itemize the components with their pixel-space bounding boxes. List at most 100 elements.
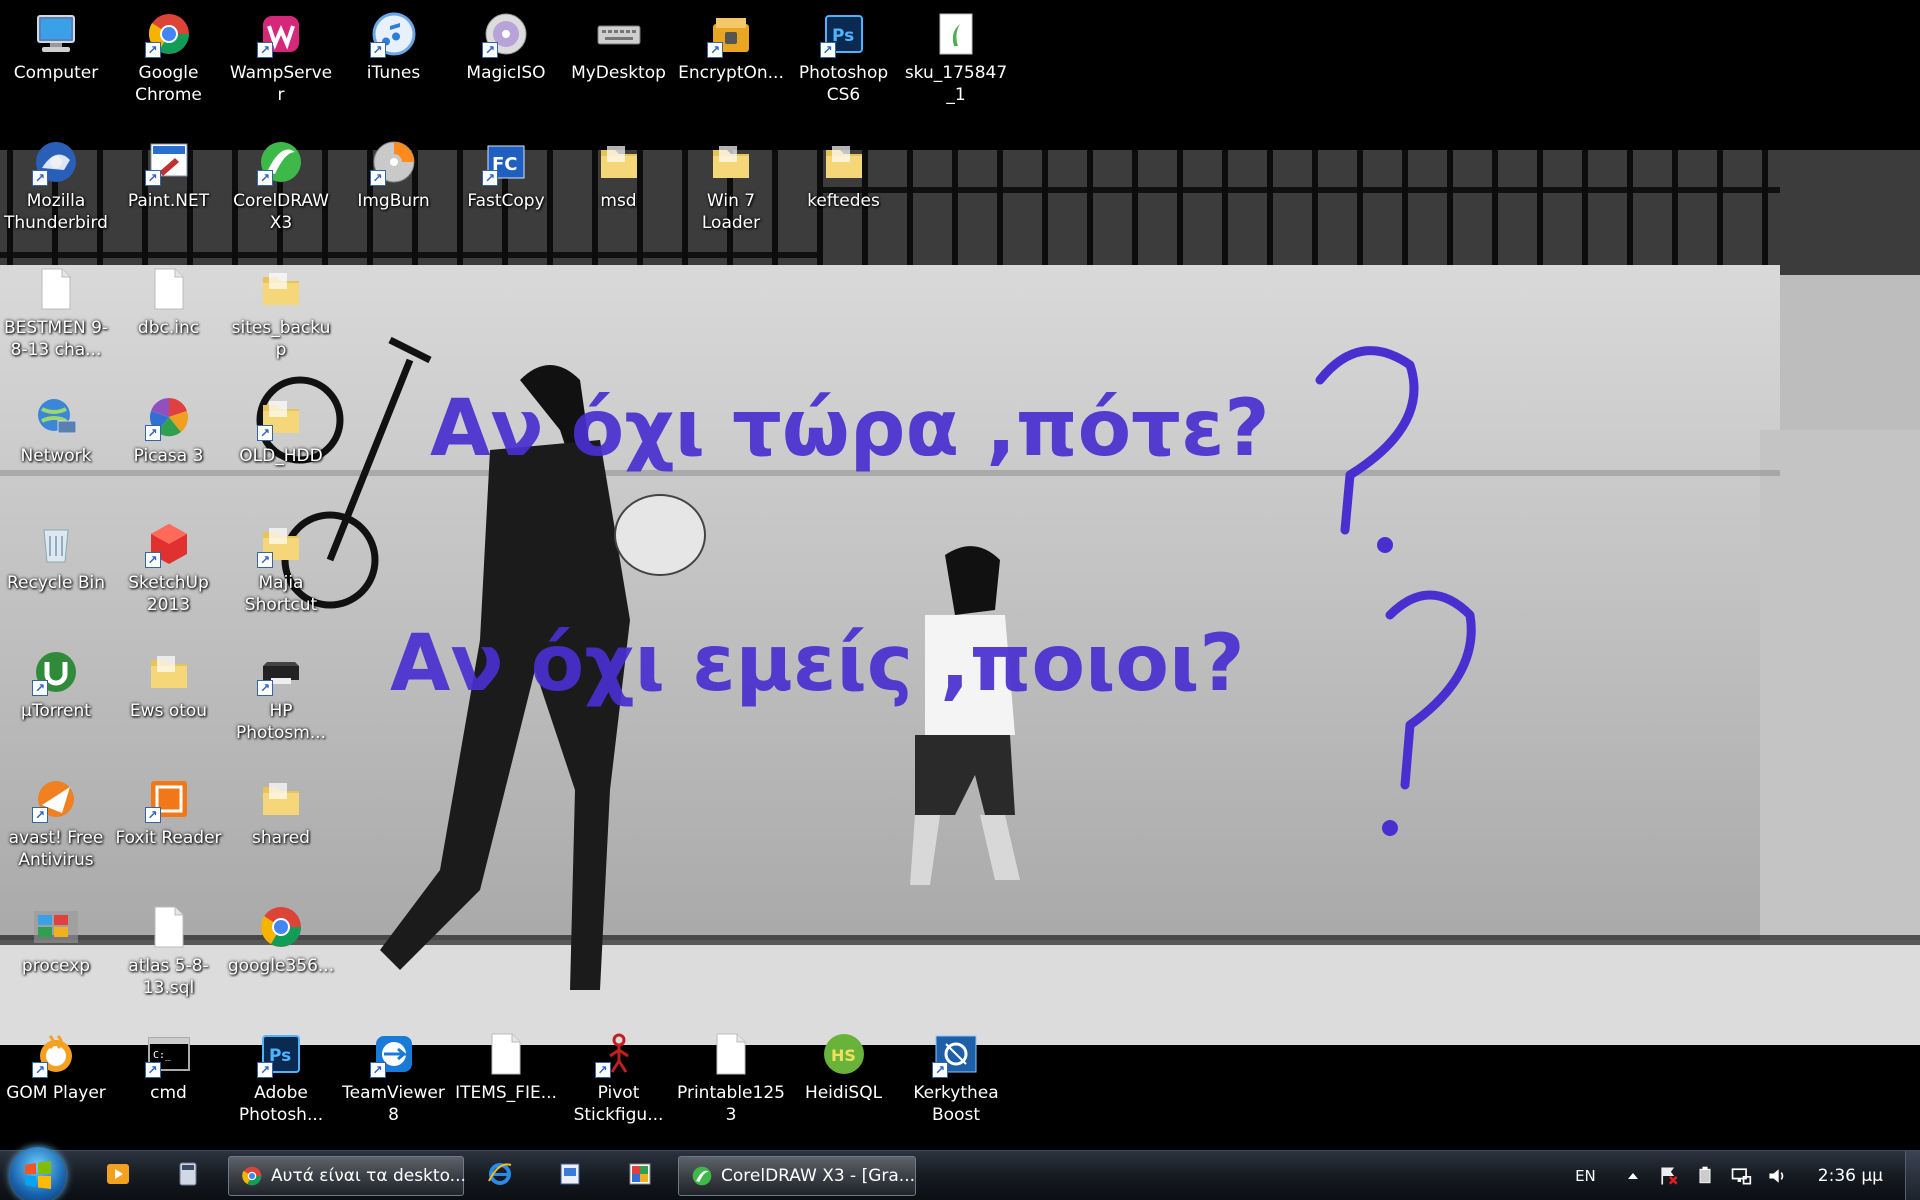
desktop-icon-sites-backup[interactable]: sites_backup [225,257,337,377]
desktop-icon-google356[interactable]: google356... [225,895,337,1015]
system-tray: EN 2:36 μμ [1575,1151,1920,1200]
desktop-icon-label: Mozilla Thunderbird [4,190,108,233]
desktop-icon-label: shared [252,828,310,848]
desktop-icon-google-chrome[interactable]: ↗ Google Chrome [113,2,225,122]
clock[interactable]: 2:36 μμ [1818,1166,1883,1186]
taskbar-pinned-network-scanner[interactable] [552,1159,588,1193]
desktop-icon-fastcopy[interactable]: FC ↗ FastCopy [450,130,562,250]
shortcut-arrow-icon: ↗ [819,42,836,58]
start-button[interactable] [10,1147,66,1200]
desktop-icon-picasa-3[interactable]: ↗ Picasa 3 [113,385,225,505]
avast-icon: ↗ [32,775,80,823]
desktop-icon-label: SketchUp 2013 [128,573,209,615]
desktop-icon-wampserver[interactable]: ↗ WampServer [225,2,337,122]
utorrent-icon: ↗ [32,648,80,696]
desktop-icon-paint-net[interactable]: ↗ Paint.NET [113,130,225,250]
chrome-icon [241,1165,263,1187]
network-connection-icon[interactable] [1728,1163,1754,1189]
desktop-icon-ews-otou[interactable]: Ews otou [113,640,225,760]
desktop-icon-label: ITEMS_FIE... [455,1083,557,1103]
keyboard-icon [595,10,643,58]
shortcut-arrow-icon: ↗ [257,169,273,186]
desktop-icon-label: Kerkythea Boost [913,1083,999,1125]
desktop-icon-keftedes[interactable]: keftedes [788,130,900,250]
quick-launch-media-player[interactable] [100,1159,136,1193]
desktop-icon-sketchup-2013[interactable]: ↗ SketchUp 2013 [113,512,225,632]
document-file-icon [482,1030,530,1078]
desktop-icon-avast-free-antivirus[interactable]: ↗ avast! Free Antivirus [0,767,112,887]
desktop-icon-mozilla-thunderbird[interactable]: ↗ Mozilla Thunderbird [0,130,112,250]
desktop-icon-cmd[interactable]: C:_ ↗ cmd [113,1022,225,1142]
desktop-icon-items-fie[interactable]: ITEMS_FIE... [450,1022,562,1142]
desktop-icon-gom-player[interactable]: ↗ GOM Player [0,1022,112,1142]
desktop-icon-grid: Computer ↗ Google Chrome ↗ WampServer ↗ iTunes… [0,0,1920,1150]
desktop-icon-mydesktop[interactable]: MyDesktop [563,2,675,122]
desktop-icon-imgburn[interactable]: ↗ ImgBurn [338,130,450,250]
desktop-icon-old-hdd[interactable]: ↗ OLD_HDD [225,385,337,505]
desktop-icon-procexp[interactable]: procexp [0,895,112,1015]
desktop-icon-label: TeamViewer 8 [342,1083,445,1125]
desktop-icon-msd[interactable]: msd [563,130,675,250]
desktop-icon-printable1253[interactable]: Printable1253 [675,1022,787,1142]
shortcut-arrow-icon: ↗ [257,1062,273,1078]
desktop-icon-majia-shortcut[interactable]: ↗ Majia Shortcut [225,512,337,632]
shortcut-arrow-icon: ↗ [257,679,273,696]
thunderbird-icon: ↗ [32,138,80,186]
taskbar-pinned-internet-explorer[interactable] [482,1159,518,1193]
desktop-icon-label: atlas 5-8-13.sql [128,955,209,998]
desktop-icon-win-7-loader[interactable]: Win 7 Loader [675,130,787,250]
folder-icon: ↗ [257,520,305,568]
desktop-icon-hp-photosm[interactable]: ↗ HP Photosm... [225,640,337,760]
desktop-icon-coreldraw-x3[interactable]: ↗ CorelDRAW X3 [225,130,337,250]
folder-icon [595,138,643,186]
hp-photosmart-icon: ↗ [257,648,305,696]
network-error-flag-icon[interactable] [1656,1163,1682,1189]
desktop-icon-heidisql[interactable]: HS HeidiSQL [788,1022,900,1142]
heidisql-icon: HS [820,1030,868,1078]
show-desktop-button[interactable] [1905,1151,1920,1200]
desktop-icon-encrypton[interactable]: ↗ EncryptOn... [675,2,787,122]
shortcut-arrow-icon: ↗ [32,169,48,186]
language-indicator[interactable]: EN [1575,1167,1596,1185]
shortcut-arrow-icon: ↗ [369,42,386,58]
desktop-icon-adobe-photosh[interactable]: Ps ↗ Adobe Photosh... [225,1022,337,1142]
desktop-icon-sku-175847-1[interactable]: sku_175847_1 [900,2,1012,122]
desktop-icon-foxit-reader[interactable]: ↗ Foxit Reader [113,767,225,887]
desktop-icon-label: cmd [150,1083,187,1103]
desktop-icon-magiciso[interactable]: ↗ MagicISO [450,2,562,122]
taskbar-pinned-paint[interactable] [622,1159,658,1193]
show-hidden-icons-chevron[interactable] [1620,1163,1646,1189]
wampserver-icon: ↗ [257,10,305,58]
network-scanner-icon [557,1161,583,1191]
desktop-icon-atlas-5-8-13-sql[interactable]: atlas 5-8-13.sql [113,895,225,1015]
taskbar-window-chrome[interactable]: Αυτά είναι τα deskto... [228,1156,466,1196]
desktop-icon-teamviewer-8[interactable]: ↗ TeamViewer 8 [338,1022,450,1142]
desktop-icon-label: Paint.NET [127,190,210,211]
desktop-icon-recycle-bin[interactable]: Recycle Bin [0,512,112,632]
shortcut-arrow-icon: ↗ [482,42,498,58]
desktop-icon-bestmen-9-8-13-cha[interactable]: BESTMEN 9-8-13 cha... [0,257,112,377]
network-icon [32,393,80,441]
coreldraw-icon [691,1165,713,1187]
desktop-icon-dbc-inc[interactable]: dbc.inc [113,257,225,377]
desktop-icon-pivot-stickfigu[interactable]: ↗ Pivot Stickfigu... [563,1022,675,1142]
volume-icon[interactable] [1764,1163,1790,1189]
desktop-icon-network[interactable]: Network [0,385,112,505]
desktop-icon-shared[interactable]: shared [225,767,337,887]
quick-launch-calculator[interactable] [170,1159,206,1193]
usb-device-icon[interactable] [1692,1163,1718,1189]
desktop-icon-label: FastCopy [467,190,545,211]
chrome-icon: ↗ [144,10,193,58]
desktop-icon-µtorrent[interactable]: ↗ µTorrent [0,640,112,760]
desktop-icon-itunes[interactable]: ↗ iTunes [338,2,450,122]
desktop-icon-photoshop-cs6[interactable]: Ps ↗ Photoshop CS6 [788,2,900,122]
kerkythea-icon: ↗ [932,1030,980,1078]
desktop-icon-computer[interactable]: Computer [0,2,112,122]
shortcut-arrow-icon: ↗ [144,807,161,823]
document-file-icon [145,265,193,313]
folder-icon [707,138,755,186]
taskbar-window-coreldraw[interactable]: CorelDRAW X3 - [Gra... [678,1156,916,1196]
desktop-icon-kerkythea-boost[interactable]: ↗ Kerkythea Boost [900,1022,1012,1142]
calculator-icon [175,1161,201,1191]
desktop[interactable]: Αν όχι τώρα ,πότε? Αν όχι εμείς ,ποιοι? … [0,0,1920,1200]
